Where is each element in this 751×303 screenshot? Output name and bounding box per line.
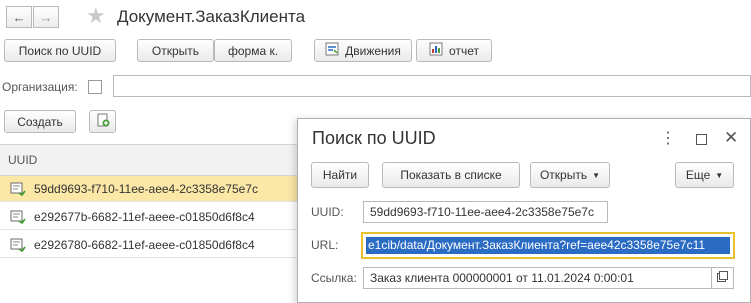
link-label: Ссылка: [311,271,357,285]
add-document-icon [96,113,110,130]
dialog-open-label: Открыть [539,168,588,182]
create-copy-button[interactable] [89,110,116,133]
form-button[interactable]: форма к. [214,39,292,62]
search-uuid-button[interactable]: Поиск по UUID [4,39,116,62]
chevron-down-icon: ▼ [592,170,601,180]
url-selected-text: e1cib/data/Документ.ЗаказКлиента?ref=aee… [366,237,730,254]
list-header[interactable]: UUID [0,144,300,176]
create-button[interactable]: Создать [4,110,76,133]
chevron-down-icon: ▼ [715,170,724,180]
document-icon [10,182,26,196]
organization-checkbox[interactable] [88,80,102,94]
open-button[interactable]: Открыть [137,39,214,62]
table-row[interactable]: e292677b-6682-11ef-aeee-c01850d6f8c4 [0,204,298,230]
search-uuid-dialog: Поиск по UUID ⋮ ✕ Найти Показать в списк… [297,118,751,303]
uuid-label: UUID: [311,205,344,219]
open-link-button[interactable] [712,267,734,289]
table-row[interactable]: 59dd9693-f710-11ee-aee4-2c3358e75e7c [0,176,298,202]
more-vert-icon[interactable]: ⋮ [660,131,676,147]
back-button[interactable]: ← [6,6,32,28]
maximize-icon[interactable] [696,134,707,145]
report-icon [429,42,443,59]
dialog-title: Поиск по UUID [312,128,436,148]
movements-label: Движения [345,43,401,58]
close-icon[interactable]: ✕ [724,128,738,148]
uuid-field[interactable]: 59dd9693-f710-11ee-aee4-2c3358e75e7c [363,201,608,223]
document-icon [10,238,26,252]
document-icon [10,210,26,224]
url-field[interactable]: e1cib/data/Документ.ЗаказКлиента?ref=aee… [361,232,735,259]
report-button[interactable]: отчет [416,39,492,62]
report-label: отчет [449,43,479,58]
url-label: URL: [311,238,339,252]
movements-button[interactable]: Движения [314,39,412,62]
show-in-list-button[interactable]: Показать в списке [382,162,520,188]
star-icon[interactable]: ★ [86,3,106,29]
column-uuid: UUID [8,153,38,167]
row-uuid: e2926780-6682-11ef-aeee-c01850d6f8c4 [34,237,255,252]
page-title: Документ.ЗаказКлиента [117,7,306,26]
dialog-open-dropdown[interactable]: Открыть ▼ [530,162,610,188]
organization-field[interactable] [113,75,751,97]
arrow-left-icon: ← [12,9,26,25]
row-uuid: 59dd9693-f710-11ee-aee4-2c3358e75e7c [34,181,258,196]
more-dropdown[interactable]: Еще ▼ [675,162,734,188]
organization-label: Организация: [2,80,78,94]
table-row[interactable]: e2926780-6682-11ef-aeee-c01850d6f8c4 [0,232,298,258]
open-window-icon [717,271,728,285]
forward-button[interactable]: → [33,6,59,28]
arrow-right-icon: → [39,9,53,25]
more-label: Еще [685,168,711,182]
find-button[interactable]: Найти [311,162,369,188]
row-uuid: e292677b-6682-11ef-aeee-c01850d6f8c4 [34,209,255,224]
link-field[interactable]: Заказ клиента 000000001 от 11.01.2024 0:… [363,267,712,289]
movements-icon [325,42,339,59]
